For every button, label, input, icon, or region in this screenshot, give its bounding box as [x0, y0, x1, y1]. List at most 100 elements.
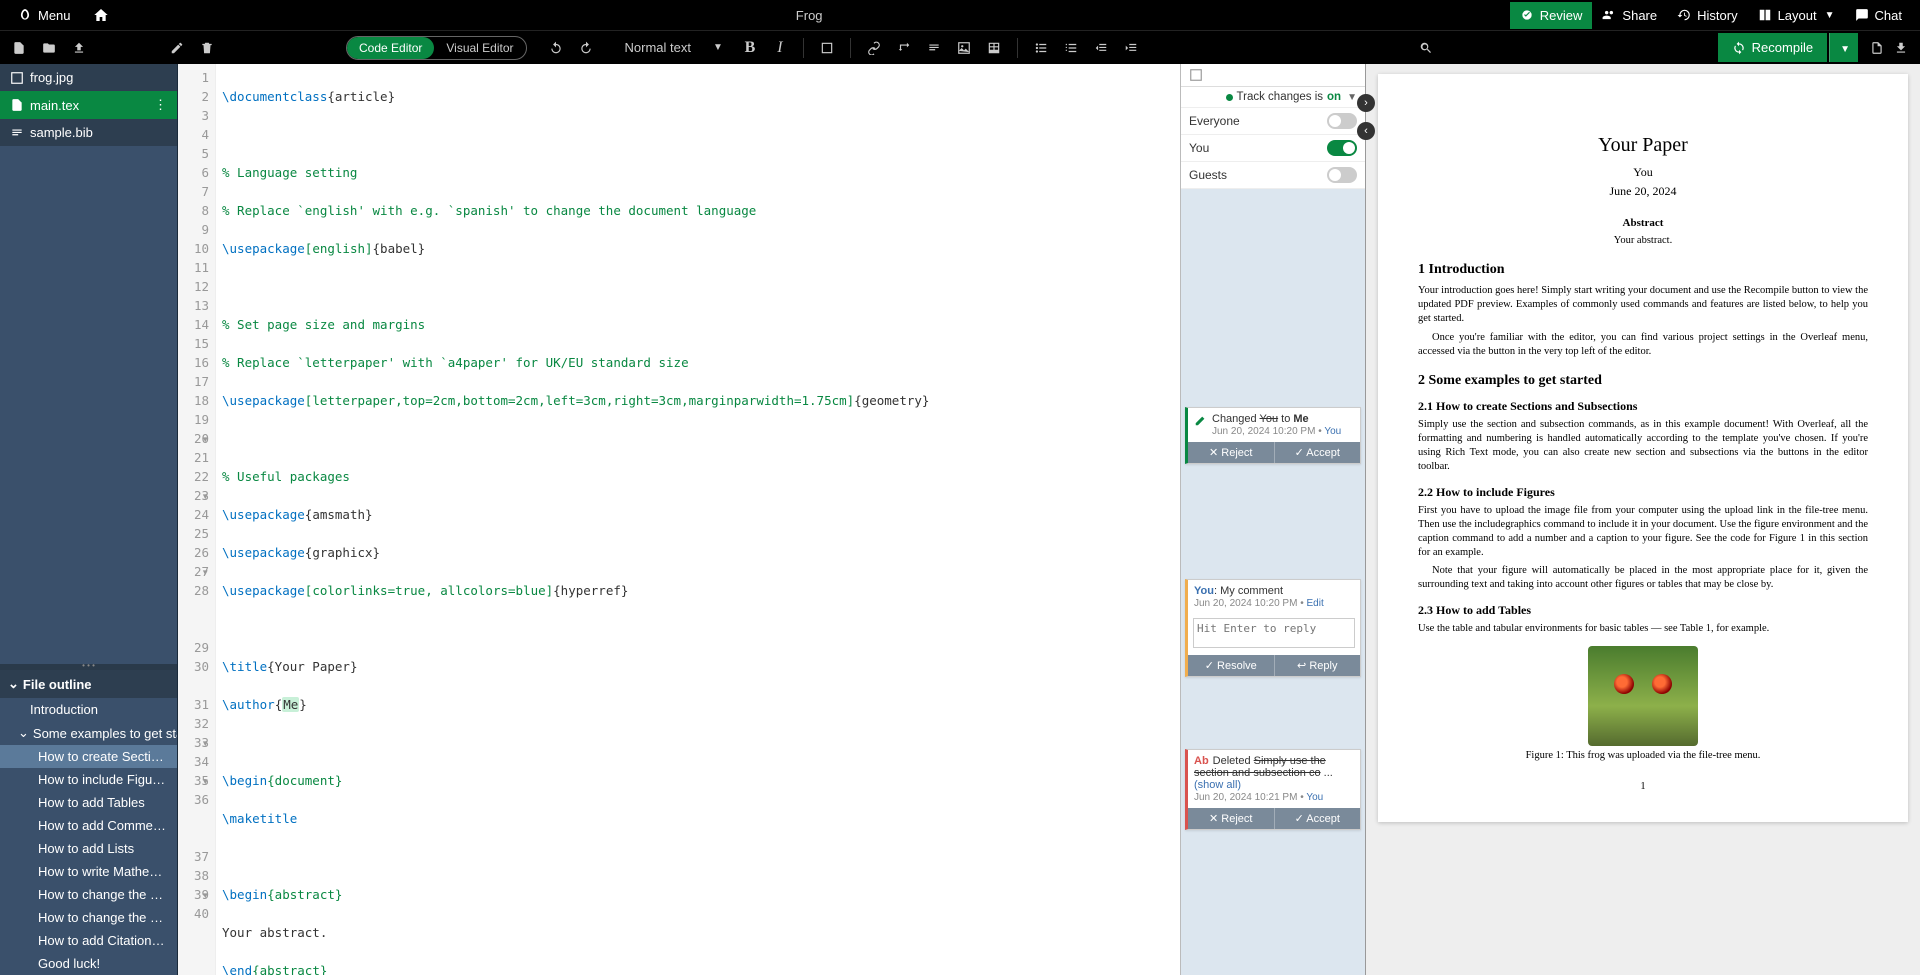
outline-item[interactable]: How to add Tables [0, 791, 177, 814]
new-folder-icon[interactable] [38, 36, 60, 60]
text-style-select[interactable]: Normal text ▼ [617, 36, 731, 59]
toggle-guests: Guests [1181, 162, 1365, 189]
recompile-button[interactable]: Recompile [1718, 33, 1827, 62]
file-frog-jpg[interactable]: frog.jpg [0, 64, 177, 91]
undo-icon[interactable] [545, 36, 567, 60]
bold-icon[interactable]: B [739, 35, 761, 61]
outline-item[interactable]: How to add Lists [0, 837, 177, 860]
menu-button[interactable]: Menu [8, 2, 81, 29]
code-editor-tab[interactable]: Code Editor [347, 37, 434, 59]
code-content[interactable]: \documentclass{article} % Language setti… [216, 64, 1180, 975]
outline-item[interactable]: Introduction [0, 698, 177, 721]
pdf-paragraph: Simply use the section and subsection co… [1418, 418, 1868, 475]
file-main-tex[interactable]: main.tex ⋮ [0, 91, 177, 119]
ref-icon[interactable] [893, 36, 915, 60]
layout-button[interactable]: Layout ▼ [1748, 2, 1845, 29]
redo-icon[interactable] [575, 36, 597, 60]
outline-item[interactable]: How to create Sections... [0, 745, 177, 768]
collapse-right-icon[interactable]: › [1357, 94, 1375, 112]
home-icon[interactable] [93, 7, 109, 23]
track-status-dot [1226, 94, 1233, 101]
outline-item[interactable]: ⌄Some examples to get start... [0, 721, 177, 745]
toggle-switch[interactable] [1327, 113, 1357, 129]
pdf-preview[interactable]: Your Paper You June 20, 2024 Abstract Yo… [1365, 64, 1920, 975]
number-list-icon[interactable] [1060, 36, 1082, 60]
outline-item[interactable]: How to include Figures [0, 768, 177, 791]
file-label: sample.bib [30, 125, 93, 140]
history-button[interactable]: History [1667, 2, 1747, 29]
toggle-switch[interactable] [1327, 167, 1357, 183]
sidebar: frog.jpg main.tex ⋮ sample.bib • • • ⌄ F… [0, 64, 178, 975]
pdf-author: You [1418, 165, 1868, 180]
show-all-link[interactable]: (show all) [1194, 779, 1241, 791]
figure-icon[interactable] [953, 36, 975, 60]
resolve-button[interactable]: ✓ Resolve [1188, 655, 1275, 676]
file-sample-bib[interactable]: sample.bib [0, 119, 177, 146]
bib-file-icon [10, 126, 24, 140]
link-icon[interactable] [863, 36, 885, 60]
new-file-icon[interactable] [8, 36, 30, 60]
indent-icon[interactable] [1120, 36, 1142, 60]
chevron-down-icon[interactable]: ▼ [1347, 92, 1357, 103]
toggle-switch[interactable] [1327, 140, 1357, 156]
outline-item[interactable]: How to add Citations a... [0, 929, 177, 952]
code-editor[interactable]: 12345678910 111213141516171819 ▾20 2122 … [178, 64, 1180, 975]
recompile-dropdown[interactable]: ▼ [1829, 33, 1858, 62]
outline-item[interactable]: How to write Mathema... [0, 860, 177, 883]
change-card: Changed You to Me Jun 20, 2024 10:20 PM … [1185, 407, 1361, 464]
table-icon[interactable] [983, 36, 1005, 60]
outline-item[interactable]: How to add Comments... [0, 814, 177, 837]
reply-button[interactable]: ↩ Reply [1275, 655, 1361, 676]
outline-item[interactable]: How to change the doc... [0, 906, 177, 929]
accept-button[interactable]: ✓ Accept [1275, 808, 1361, 829]
math-icon[interactable] [816, 36, 838, 60]
toggle-everyone: Everyone [1181, 108, 1365, 135]
outline-header[interactable]: ⌄ File outline [0, 670, 177, 698]
visual-editor-tab[interactable]: Visual Editor [434, 37, 525, 59]
chat-label: Chat [1875, 8, 1902, 23]
outdent-icon[interactable] [1090, 36, 1112, 60]
share-button[interactable]: Share [1592, 2, 1667, 29]
download-icon[interactable] [1890, 36, 1912, 60]
file-menu-icon[interactable]: ⋮ [154, 97, 167, 113]
rename-icon[interactable] [166, 36, 188, 60]
edit-link[interactable]: Edit [1306, 598, 1323, 609]
delete-icon[interactable] [196, 36, 218, 60]
pdf-subsection: 2.2 How to include Figures [1418, 485, 1868, 500]
history-icon [1677, 8, 1691, 22]
pdf-paragraph: First you have to upload the image file … [1418, 504, 1868, 561]
layout-label: Layout [1778, 8, 1817, 23]
delete-card: Ab Deleted Simply use the section and su… [1185, 749, 1361, 830]
toggle-you: You [1181, 135, 1365, 162]
reject-button[interactable]: ✕ Reject [1188, 808, 1275, 829]
collapse-left-icon[interactable]: ‹ [1357, 122, 1375, 140]
overview-icon[interactable] [1189, 68, 1203, 82]
share-icon [1602, 8, 1616, 22]
cite-icon[interactable] [923, 36, 945, 60]
chat-button[interactable]: Chat [1845, 2, 1912, 29]
pdf-section: 1 Introduction [1418, 262, 1868, 278]
file-label: frog.jpg [30, 70, 73, 85]
reply-input[interactable] [1193, 618, 1355, 648]
accept-button[interactable]: ✓ Accept [1275, 442, 1361, 463]
upload-icon[interactable] [68, 36, 90, 60]
pdf-abstract-heading: Abstract [1418, 217, 1868, 229]
logs-icon[interactable] [1866, 36, 1888, 60]
bullet-list-icon[interactable] [1030, 36, 1052, 60]
review-button[interactable]: Review [1510, 2, 1593, 29]
editor-mode-toggle[interactable]: Code Editor Visual Editor [346, 36, 527, 60]
search-icon[interactable] [1415, 36, 1437, 60]
outline-item[interactable]: Good luck! [0, 952, 177, 975]
review-icon [1520, 8, 1534, 22]
pdf-page-number: 1 [1418, 781, 1868, 792]
layout-icon [1758, 8, 1772, 22]
italic-icon[interactable]: I [769, 35, 791, 61]
reject-button[interactable]: ✕ Reject [1188, 442, 1275, 463]
toggle-label: Guests [1189, 168, 1227, 182]
toggle-label: You [1189, 141, 1209, 155]
pdf-date: June 20, 2024 [1418, 184, 1868, 199]
toggle-label: Everyone [1189, 114, 1240, 128]
outline-item[interactable]: How to change the ma... [0, 883, 177, 906]
pdf-figure [1588, 646, 1698, 746]
pdf-subsection: 2.1 How to create Sections and Subsectio… [1418, 399, 1868, 414]
